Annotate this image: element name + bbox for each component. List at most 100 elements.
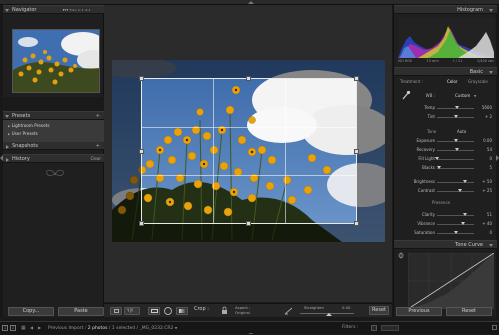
slider-value[interactable]: 5600	[482, 104, 492, 111]
navigator-spacer	[3, 97, 104, 112]
slider-knob[interactable]	[453, 231, 458, 234]
spot-removal-tool-icon[interactable]	[164, 307, 172, 315]
slider-knob[interactable]	[460, 222, 465, 225]
before-after-button[interactable]: Y|Y	[124, 307, 140, 315]
slider-knob[interactable]	[454, 115, 459, 118]
page-2-button[interactable]: 2	[10, 325, 16, 331]
slider-value[interactable]: + 50	[482, 178, 492, 185]
grid-view-icon[interactable]: ▦	[21, 322, 26, 334]
crop-handle-top-right[interactable]	[354, 76, 359, 81]
histogram-header[interactable]: Histogram	[394, 5, 497, 14]
crop-handle-right[interactable]	[354, 149, 359, 154]
add-snapshot-icon[interactable]: +	[96, 142, 100, 150]
crop-handle-left[interactable]	[139, 149, 144, 154]
tone-curve-header[interactable]: Tone Curve	[394, 240, 497, 249]
slider-knob[interactable]	[462, 180, 467, 183]
slider-track[interactable]	[437, 191, 474, 192]
paste-settings-button[interactable]: Paste	[58, 307, 104, 316]
slider-value[interactable]: 0	[489, 229, 492, 236]
slider-knob[interactable]	[455, 106, 460, 109]
crop-handle-bottom-left[interactable]	[139, 221, 144, 226]
slider-knob[interactable]	[435, 157, 439, 160]
back-arrow-icon[interactable]: ◀	[30, 322, 33, 334]
crop-handle-bottom[interactable]	[246, 221, 251, 226]
slider-knob[interactable]	[436, 166, 441, 169]
slider-track[interactable]	[437, 224, 474, 225]
slider-knob[interactable]	[453, 139, 458, 142]
zoom-4-1[interactable]: 4:1	[85, 8, 91, 12]
slider-value[interactable]: 0.00	[483, 137, 492, 144]
tone-auto-button[interactable]: Auto	[457, 128, 466, 136]
slider-track[interactable]	[437, 182, 474, 183]
filmstrip-toggle-icon[interactable]	[492, 325, 497, 330]
basic-header[interactable]: Basic	[394, 67, 497, 76]
zoom-fill[interactable]: FILL	[70, 8, 77, 12]
tone-curve-graph[interactable]	[408, 253, 494, 309]
treatment-grayscale-option[interactable]: Grayscale	[468, 78, 488, 86]
navigator-header[interactable]: Navigator FIT FILL 1:1 4:1	[3, 5, 104, 14]
slider-value[interactable]: 0	[489, 155, 492, 162]
slider-row-tint[interactable]: Tint + 2	[394, 113, 497, 121]
slider-value[interactable]: + 25	[482, 187, 492, 194]
straighten-tool-icon[interactable]	[284, 307, 293, 315]
crop-reset-button[interactable]: Reset	[369, 306, 389, 315]
slider-row-vibrance[interactable]: Vibrance + 40	[394, 220, 497, 228]
forward-arrow-icon[interactable]: ▶	[38, 322, 41, 334]
preset-folder-user[interactable]: ▶ User Presets	[8, 131, 38, 136]
slider-row-blacks[interactable]: Blacks 5	[394, 164, 497, 172]
presets-header[interactable]: Presets +	[3, 111, 104, 120]
filter-lock-toggle[interactable]	[371, 325, 377, 331]
slider-value[interactable]: 54	[487, 146, 492, 153]
slider-knob[interactable]	[454, 148, 459, 151]
slider-value[interactable]: 51	[487, 211, 492, 218]
slider-value[interactable]: 5	[489, 164, 492, 171]
straighten-slider-knob[interactable]	[326, 313, 332, 316]
collapse-top-arrow-icon[interactable]	[248, 1, 254, 4]
source-dropdown-arrow-icon[interactable]: ▼	[175, 326, 177, 330]
history-clear-button[interactable]: Clear	[91, 155, 101, 163]
snapshots-header[interactable]: Snapshots +	[3, 141, 104, 150]
aspect-dropdown[interactable]: Aspect : Original	[235, 305, 250, 315]
treatment-color-option[interactable]: Color	[447, 78, 457, 86]
navigator-zoom-options[interactable]: FIT FILL 1:1 4:1	[63, 6, 91, 14]
slider-row-exposure[interactable]: Exposure 0.00	[394, 137, 497, 145]
slider-value[interactable]: + 2	[485, 113, 492, 120]
slider-row-clarity[interactable]: Clarity 51	[394, 211, 497, 219]
tone-curve-target-icon[interactable]	[398, 252, 404, 259]
slider-row-temp[interactable]: Temp 5600	[394, 104, 497, 112]
slider-value[interactable]: + 40	[482, 220, 492, 227]
page-1-button[interactable]: 1	[2, 325, 8, 331]
slider-knob[interactable]	[457, 189, 462, 192]
slider-row-recovery[interactable]: Recovery 54	[394, 146, 497, 154]
slider-knob[interactable]	[462, 213, 467, 216]
loupe-view-button[interactable]	[110, 307, 122, 315]
crop-handle-bottom-right[interactable]	[354, 221, 359, 226]
wb-dropdown[interactable]: Custom	[455, 92, 470, 100]
slider-track[interactable]	[437, 159, 474, 160]
filmstrip-source-info[interactable]: Previous Import / 2 photos / 1 selected …	[48, 322, 177, 335]
history-header[interactable]: History Clear	[3, 154, 104, 163]
slider-track[interactable]	[437, 168, 474, 169]
reset-button[interactable]: Reset	[446, 307, 492, 316]
zoom-1-1[interactable]: 1:1	[78, 8, 84, 12]
histogram-graph[interactable]	[398, 18, 494, 58]
copy-settings-button[interactable]: Copy...	[8, 307, 54, 316]
slider-track[interactable]	[437, 215, 474, 216]
crop-frame[interactable]	[139, 76, 359, 226]
slider-row-brightness[interactable]: Brightness + 50	[394, 178, 497, 186]
preset-folder-lightroom[interactable]: ▶ Lightroom Presets	[8, 123, 50, 128]
crop-overlay-tool-button[interactable]	[148, 307, 160, 315]
add-preset-icon[interactable]: +	[96, 112, 100, 120]
previous-button[interactable]: Previous	[396, 307, 442, 316]
wb-dropdown-arrow-icon[interactable]: ▼	[474, 92, 476, 100]
aspect-lock-icon[interactable]	[221, 306, 228, 315]
slider-row-fill-light[interactable]: Fill Light 0	[394, 155, 497, 163]
navigator-preview[interactable]	[12, 29, 100, 93]
graduated-filter-tool-button[interactable]	[176, 307, 188, 315]
crop-handle-top[interactable]	[246, 76, 251, 81]
slider-row-contrast[interactable]: Contrast + 25	[394, 187, 497, 195]
filter-preset-dropdown[interactable]	[381, 325, 399, 331]
slider-row-saturation[interactable]: Saturation 0	[394, 229, 497, 237]
crop-handle-top-left[interactable]	[139, 76, 144, 81]
zoom-fit[interactable]: FIT	[63, 8, 68, 12]
